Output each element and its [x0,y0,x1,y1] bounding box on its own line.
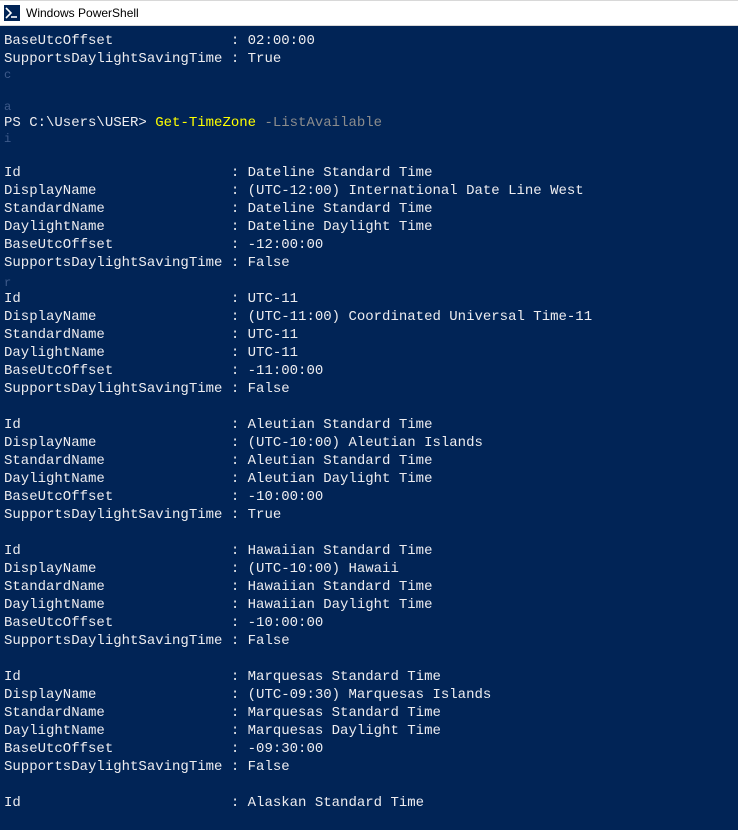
blank-line [4,398,734,416]
timezone-block: Id : Aleutian Standard TimeDisplayName :… [4,416,734,524]
blank-line [4,82,734,100]
output-row: Id : Alaskan Standard Time [4,794,734,812]
powershell-icon [4,5,20,21]
timezone-block: Id : Dateline Standard TimeDisplayName :… [4,164,734,272]
output-row: Id : Hawaiian Standard Time [4,542,734,560]
output-row: DaylightName : Hawaiian Daylight Time [4,596,734,614]
output-row: BaseUtcOffset : -11:00:00 [4,362,734,380]
output-row: DisplayName : (UTC-10:00) Aleutian Islan… [4,434,734,452]
terminal-output[interactable]: BaseUtcOffset : 02:00:00SupportsDaylight… [0,26,738,830]
artifact-edge: c [4,68,734,82]
output-row: StandardName : Hawaiian Standard Time [4,578,734,596]
output-row: BaseUtcOffset : -10:00:00 [4,488,734,506]
output-row: Id : Dateline Standard Time [4,164,734,182]
window-title: Windows PowerShell [26,6,139,20]
output-row: Id : UTC-11 [4,290,734,308]
output-row: SupportsDaylightSavingTime : False [4,380,734,398]
output-row: BaseUtcOffset : 02:00:00 [4,32,734,50]
output-row: DaylightName : Marquesas Daylight Time [4,722,734,740]
output-row: SupportsDaylightSavingTime : True [4,50,734,68]
output-row: DaylightName : UTC-11 [4,344,734,362]
output-row: StandardName : Aleutian Standard Time [4,452,734,470]
prompt-path: PS C:\Users\USER> [4,115,155,131]
output-row: SupportsDaylightSavingTime : False [4,632,734,650]
output-row: BaseUtcOffset : -09:30:00 [4,740,734,758]
output-row: DaylightName : Aleutian Daylight Time [4,470,734,488]
prompt-parameter: -ListAvailable [264,115,382,131]
output-row: DisplayName : (UTC-09:30) Marquesas Isla… [4,686,734,704]
blank-line [4,650,734,668]
output-row: StandardName : UTC-11 [4,326,734,344]
output-row: Id : Marquesas Standard Time [4,668,734,686]
timezone-block: Id : Hawaiian Standard TimeDisplayName :… [4,542,734,650]
blank-line [4,146,734,164]
window-titlebar[interactable]: Windows PowerShell [0,0,738,26]
output-row: SupportsDaylightSavingTime : False [4,254,734,272]
blank-line [4,776,734,794]
artifact-edge: i [4,132,734,146]
artifact-edge: r [4,276,734,290]
blank-line [4,524,734,542]
output-row: DaylightName : Dateline Daylight Time [4,218,734,236]
prompt-command: Get-TimeZone [155,115,264,131]
output-row: StandardName : Marquesas Standard Time [4,704,734,722]
output-row: StandardName : Dateline Standard Time [4,200,734,218]
output-row: BaseUtcOffset : -10:00:00 [4,614,734,632]
output-row: DisplayName : (UTC-12:00) International … [4,182,734,200]
output-row: BaseUtcOffset : -12:00:00 [4,236,734,254]
timezone-block: Id : Marquesas Standard TimeDisplayName … [4,668,734,776]
output-row: Id : Aleutian Standard Time [4,416,734,434]
timezone-block: Id : UTC-11DisplayName : (UTC-11:00) Coo… [4,290,734,398]
output-row: SupportsDaylightSavingTime : True [4,506,734,524]
output-row: DisplayName : (UTC-10:00) Hawaii [4,560,734,578]
prompt-line: PS C:\Users\USER> Get-TimeZone -ListAvai… [4,114,734,132]
artifact-edge: a [4,100,734,114]
timezone-block: Id : Alaskan Standard Time [4,794,734,812]
output-row: SupportsDaylightSavingTime : False [4,758,734,776]
output-row: DisplayName : (UTC-11:00) Coordinated Un… [4,308,734,326]
